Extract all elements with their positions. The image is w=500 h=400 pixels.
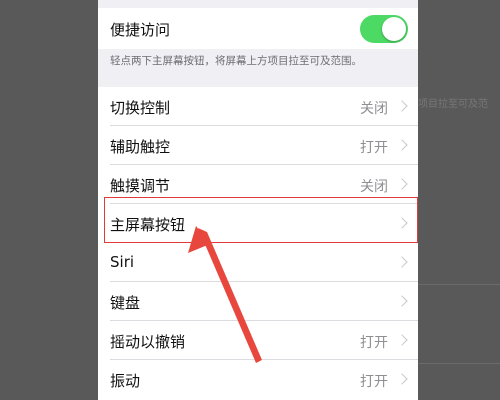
reachability-row: 便捷访问: [98, 8, 418, 49]
background-text: 项目拉至可及范: [418, 99, 488, 110]
reachability-label: 便捷访问: [110, 21, 171, 39]
reachability-note: 轻点两下主屏幕按钮，将屏幕上方项目拉至可及范围。: [110, 55, 362, 67]
row-vibration[interactable]: 振动 打开: [98, 360, 418, 398]
row-label: 键盘: [110, 294, 141, 312]
row-keyboard[interactable]: 键盘: [98, 282, 418, 320]
row-label: 振动: [110, 372, 141, 390]
row-value: 打开: [360, 374, 388, 390]
screenshot-stage: 项目拉至可及范 便捷访问 轻点两下主屏幕按钮，将屏幕上方项目拉至可及范围。 切换…: [0, 0, 500, 400]
reachability-toggle[interactable]: [360, 15, 408, 43]
row-value: 打开: [360, 335, 388, 351]
row-switch-control[interactable]: 切换控制 关闭: [98, 87, 418, 125]
row-value: 关闭: [360, 179, 388, 195]
settings-screen: 便捷访问 轻点两下主屏幕按钮，将屏幕上方项目拉至可及范围。 切换控制 关闭 辅助…: [98, 0, 418, 400]
row-value: 关闭: [360, 101, 388, 117]
row-label: 切换控制: [110, 99, 171, 117]
chevron-right-icon: [396, 178, 408, 190]
chevron-right-icon: [396, 139, 408, 151]
chevron-right-icon: [396, 295, 408, 307]
row-home-button[interactable]: 主屏幕按钮: [98, 204, 418, 242]
background-divider: [418, 284, 500, 285]
row-siri[interactable]: Siri: [98, 243, 418, 281]
chevron-right-icon: [396, 373, 408, 385]
chevron-right-icon: [396, 256, 408, 268]
status-area: [98, 0, 418, 8]
row-label: 辅助触控: [110, 138, 171, 156]
chevron-right-icon: [396, 334, 408, 346]
row-shake-to-undo[interactable]: 摇动以撤销 打开: [98, 321, 418, 359]
chevron-right-icon: [396, 217, 408, 229]
toggle-knob: [382, 17, 406, 41]
row-value: 打开: [360, 140, 388, 156]
accessibility-group: 切换控制 关闭 辅助触控 打开 触摸调节 关闭 主屏幕按钮 Siri 键盘 摇动…: [98, 87, 418, 400]
chevron-right-icon: [396, 100, 408, 112]
row-touch-accommodations[interactable]: 触摸调节 关闭: [98, 165, 418, 203]
background-divider: [418, 363, 500, 364]
row-label: 主屏幕按钮: [110, 216, 186, 234]
row-label: 触摸调节: [110, 177, 171, 195]
row-label: Siri: [110, 253, 135, 271]
row-assistive-touch[interactable]: 辅助触控 打开: [98, 126, 418, 164]
row-label: 摇动以撤销: [110, 333, 186, 351]
